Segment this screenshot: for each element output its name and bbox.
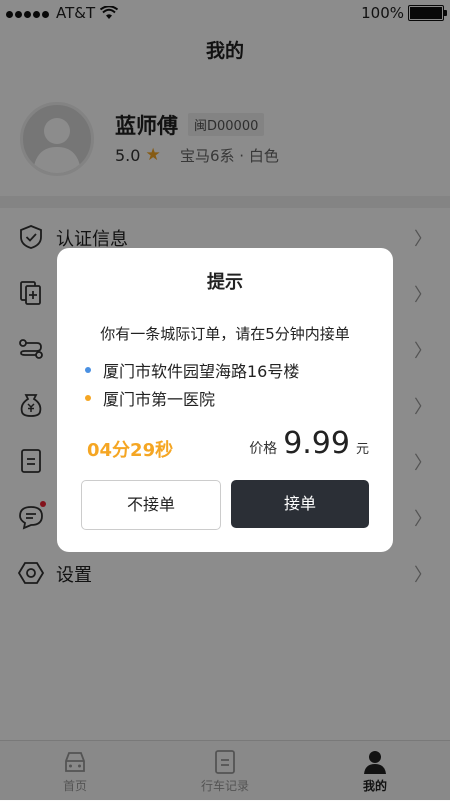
price-display: 价格 9.99 元 — [249, 426, 369, 461]
address-text: 厦门市软件园望海路16号楼 — [103, 362, 300, 381]
price-unit: 元 — [355, 442, 369, 457]
countdown-timer: 04分29秒 — [87, 440, 174, 461]
accept-button[interactable]: 接单 — [231, 480, 369, 528]
modal-backdrop[interactable]: 提示 你有一条城际订单，请在5分钟内接单 厦门市软件园望海路16号楼 厦门市第一… — [0, 0, 450, 800]
address-text: 厦门市第一医院 — [103, 390, 216, 409]
dialog-title: 提示 — [207, 272, 243, 293]
address-end: 厦门市第一医院 — [85, 386, 215, 410]
price-label: 价格 — [249, 441, 278, 457]
start-dot-icon — [85, 367, 91, 373]
price-value: 9.99 — [283, 426, 350, 461]
dialog-message: 你有一条城际订单，请在5分钟内接单 — [100, 325, 350, 343]
order-dialog: 提示 你有一条城际订单，请在5分钟内接单 厦门市软件园望海路16号楼 厦门市第一… — [57, 248, 393, 552]
end-dot-icon — [85, 395, 91, 401]
address-start: 厦门市软件园望海路16号楼 — [85, 358, 299, 382]
decline-button[interactable]: 不接单 — [81, 480, 221, 530]
